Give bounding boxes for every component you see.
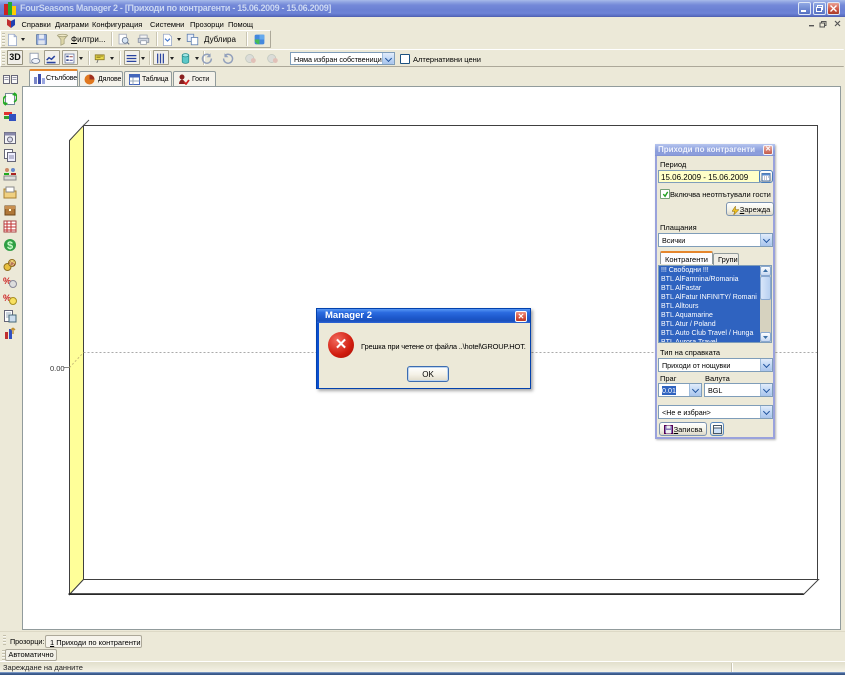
svg-text:$: $ — [7, 240, 13, 252]
svg-text:%: % — [9, 262, 15, 268]
